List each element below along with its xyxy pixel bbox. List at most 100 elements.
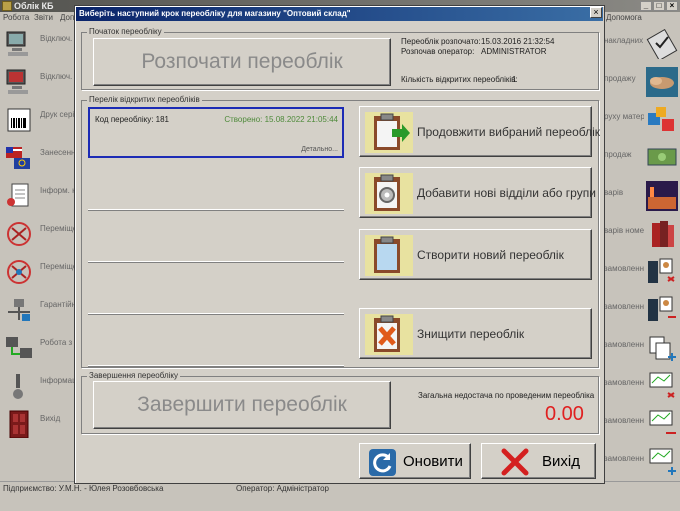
right-item-label: варів номерам — [604, 226, 644, 235]
delete-recount-button[interactable]: Знищити переоблік — [359, 308, 592, 359]
create-recount-button[interactable]: Створити новий переоблік — [359, 229, 592, 280]
left-item-exit[interactable]: Вихід — [0, 406, 78, 444]
left-toolbar: Відключ. баз даних Відключ. бази даних Д… — [0, 24, 80, 484]
right-item-label: замовлення — [604, 378, 644, 387]
maximize-icon[interactable]: □ — [653, 1, 665, 11]
right-item-order2[interactable]: замовлення — [604, 292, 680, 330]
right-item-sales[interactable]: продажу — [604, 64, 680, 102]
barcode-icon — [7, 108, 31, 132]
right-item-order3[interactable]: замовлення — [604, 330, 680, 368]
recount-dialog: Виберіть наступний крок переобліку для м… — [74, 5, 605, 484]
recount-code: Код переобліку: 181 — [95, 115, 170, 124]
clipboard-gear-icon — [365, 173, 413, 214]
right-item-label: руху матеріалами — [604, 112, 644, 121]
left-item-invoice-info[interactable]: Інформ. накладн — [0, 178, 80, 216]
computer-alert-icon — [6, 69, 28, 94]
list-item[interactable]: Код переобліку: 181 Створено: 15.08.2022… — [88, 107, 344, 158]
right-item-label: варів — [604, 188, 624, 197]
exit-door-icon — [9, 410, 29, 438]
chart-add-icon — [649, 448, 676, 475]
right-item-label: замовлення — [604, 454, 644, 463]
menu-work[interactable]: Робота — [3, 12, 29, 24]
right-item-movement[interactable]: руху матеріалами — [604, 102, 680, 140]
electronic-work-icon — [6, 337, 32, 358]
dialog-title: Виберіть наступний крок переобліку для м… — [76, 7, 603, 21]
move-goods-icon — [7, 222, 31, 246]
right-item-order1[interactable]: замовлення — [604, 254, 680, 292]
refresh-label: Оновити — [403, 453, 463, 470]
list-item-empty — [88, 211, 344, 262]
recounts-list: Код переобліку: 181 Створено: 15.08.2022… — [88, 107, 345, 366]
boxes-icon — [648, 107, 674, 131]
left-item-move-goods[interactable]: Переміще товару — [0, 216, 80, 254]
open-count-label: Кількість відкритих переобліків: — [401, 75, 518, 84]
right-item-goods-numbers[interactable]: варів номерам — [604, 216, 680, 254]
shortage-label: Загальна недостача по проведеним переобл… — [418, 391, 595, 400]
list-item-empty — [88, 315, 344, 366]
right-item-label: продаж — [604, 150, 632, 159]
right-item-order4[interactable]: замовлення — [604, 368, 680, 406]
right-item-label: замовлення — [604, 340, 644, 349]
right-item-goods[interactable]: варів — [604, 178, 680, 216]
right-item-invoices[interactable]: накладних — [604, 26, 680, 64]
right-item-order5[interactable]: замовлення — [604, 406, 680, 444]
app-logo-icon — [2, 1, 12, 11]
continue-recount-label: Продовжити вибраний переоблік — [417, 125, 600, 139]
list-group-label: Перелік відкритих переобліків — [87, 95, 202, 105]
flags-icon — [6, 147, 30, 169]
right-item-label: замовлення — [604, 302, 644, 311]
books-icon — [652, 221, 674, 247]
recount-detail-link[interactable]: Детально... — [301, 146, 338, 153]
add-departments-button[interactable]: Добавити нові відділи або групи — [359, 167, 596, 218]
info-icon — [13, 374, 23, 399]
minimize-icon[interactable]: _ — [640, 1, 652, 11]
copy-person-icon — [649, 336, 676, 361]
chart-icon — [649, 410, 676, 434]
start-recount-button[interactable]: Розпочати переоблік — [93, 38, 391, 86]
app-title: Облік КБ — [14, 1, 54, 11]
list-item-empty — [88, 263, 344, 314]
close-x-icon — [501, 448, 529, 476]
create-recount-label: Створити новий переоблік — [417, 248, 564, 262]
left-item-disconnect-db2[interactable]: Відключ. бази даних — [0, 64, 80, 102]
exit-label: Вихід — [542, 453, 580, 470]
status-bar: Підприємство: У.М.Н. - Юлея Розовбовська… — [0, 481, 680, 511]
finish-recount-button[interactable]: Завершити переоблік — [93, 381, 391, 429]
close-window-icon[interactable]: × — [666, 1, 678, 11]
right-item-order6[interactable]: замовлення — [604, 444, 680, 482]
clipboard-arrow-icon — [365, 112, 413, 153]
left-item-warranty[interactable]: Гарантійн контроль — [0, 292, 80, 330]
recount-created: Створено: 15.08.2022 21:05:44 — [224, 115, 338, 124]
left-item-currency[interactable]: Занесення валют — [0, 140, 80, 178]
chart-delete-icon — [649, 372, 675, 398]
clipboard-new-icon — [365, 235, 413, 276]
left-item-move-orders[interactable]: Переміще замовлен — [0, 254, 80, 292]
film-person-icon — [648, 258, 675, 283]
left-item-info[interactable]: Інформац — [0, 368, 78, 406]
shortage-value: 0.00 — [545, 403, 584, 425]
right-item-label: продажу — [604, 74, 636, 83]
refresh-button[interactable]: Оновити — [359, 443, 471, 479]
right-toolbar: накладних продажу руху матеріалами прода… — [604, 24, 680, 484]
left-item-print-serials[interactable]: Друк серій номерів — [0, 102, 80, 140]
dialog-close-button[interactable]: × — [590, 7, 602, 18]
right-item-sales-report[interactable]: продаж — [604, 140, 680, 178]
computer-icon — [6, 31, 28, 56]
operator-value: ADMINISTRATOR — [481, 47, 547, 56]
exit-button[interactable]: Вихід — [481, 443, 596, 479]
status-operator: Оператор: Адміністратор — [236, 484, 329, 493]
start-group-label: Початок переобліку — [87, 27, 164, 37]
right-item-label: накладних — [604, 36, 644, 45]
started-label: Переоблік розпочато: — [401, 37, 481, 46]
continue-recount-button[interactable]: Продовжити вибраний переоблік — [359, 106, 600, 157]
open-count-value: 1 — [512, 75, 517, 84]
film-person-icon — [648, 296, 676, 321]
menu-reports[interactable]: Звіти — [34, 12, 53, 24]
menu-help[interactable]: Допомога — [606, 12, 642, 24]
move-orders-icon — [7, 260, 31, 284]
window-controls: _ □ × — [640, 1, 678, 11]
left-item-electronic[interactable]: Робота з електрон — [0, 330, 80, 368]
left-item-disconnect-db[interactable]: Відключ. баз даних — [0, 26, 80, 64]
operator-label: Розпочав оператор: — [401, 47, 475, 56]
money-icon — [647, 148, 677, 166]
